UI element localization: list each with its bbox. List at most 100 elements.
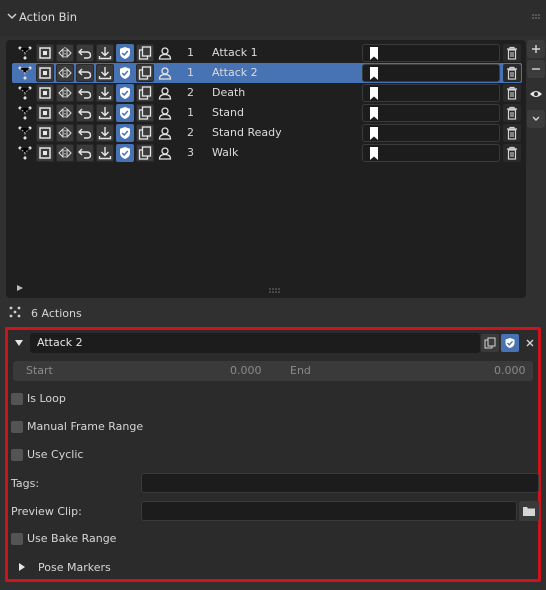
is-loop-checkbox[interactable]: [11, 393, 23, 405]
undo-icon[interactable]: [76, 104, 94, 122]
undo-icon[interactable]: [76, 124, 94, 142]
shield-check-icon[interactable]: [116, 84, 134, 102]
manual-frame-range-checkbox[interactable]: [11, 421, 23, 433]
preview-clip-input[interactable]: [141, 501, 517, 521]
select-box-icon[interactable]: [36, 124, 54, 142]
user-icon[interactable]: [156, 44, 174, 62]
select-box-icon[interactable]: [36, 64, 54, 82]
mirror-icon[interactable]: [56, 64, 74, 82]
marker-field[interactable]: [362, 104, 500, 122]
close-icon[interactable]: [521, 334, 539, 352]
select-box-icon[interactable]: [36, 44, 54, 62]
marker-field[interactable]: [362, 44, 500, 62]
chevron-down-icon: [7, 13, 17, 20]
action-name[interactable]: Attack 2: [212, 66, 258, 79]
add-action-button[interactable]: [527, 40, 545, 58]
panel-header[interactable]: Action Bin: [0, 0, 546, 36]
transform-icon[interactable]: [16, 84, 34, 102]
chevron-down-icon[interactable]: [527, 110, 545, 128]
undo-icon[interactable]: [76, 84, 94, 102]
duplicate-icon[interactable]: [481, 334, 499, 352]
use-cyclic-label: Use Cyclic: [27, 448, 84, 461]
action-row[interactable]: 1 Attack 2: [12, 63, 522, 83]
mirror-icon[interactable]: [56, 144, 74, 162]
tags-input[interactable]: [141, 473, 539, 493]
transform-icon[interactable]: [16, 144, 34, 162]
shield-check-icon[interactable]: [116, 44, 134, 62]
trash-icon[interactable]: [503, 84, 521, 102]
collapse-triangle-icon[interactable]: [14, 338, 24, 348]
copy-icon[interactable]: [136, 64, 154, 82]
pose-markers-label[interactable]: Pose Markers: [38, 561, 111, 574]
trash-icon[interactable]: [503, 124, 521, 142]
trash-icon[interactable]: [503, 104, 521, 122]
use-bake-range-checkbox[interactable]: [11, 533, 23, 545]
action-name-field[interactable]: Attack 2: [30, 333, 480, 353]
marker-field[interactable]: [362, 64, 500, 82]
bookmark-icon: [370, 147, 378, 160]
undo-icon[interactable]: [76, 64, 94, 82]
mirror-icon[interactable]: [56, 44, 74, 62]
marker-field[interactable]: [362, 144, 500, 162]
user-icon[interactable]: [156, 124, 174, 142]
user-icon[interactable]: [156, 64, 174, 82]
download-icon[interactable]: [96, 124, 114, 142]
download-icon[interactable]: [96, 104, 114, 122]
select-box-icon[interactable]: [36, 144, 54, 162]
eye-icon[interactable]: [527, 85, 545, 103]
marker-field[interactable]: [362, 84, 500, 102]
mirror-icon[interactable]: [56, 84, 74, 102]
fake-user-shield-icon[interactable]: [501, 334, 519, 352]
use-bake-range-label: Use Bake Range: [27, 532, 117, 545]
shield-check-icon[interactable]: [116, 144, 134, 162]
marker-field[interactable]: [362, 124, 500, 142]
expand-filter-icon[interactable]: [16, 282, 24, 291]
trash-icon[interactable]: [503, 144, 521, 162]
action-row[interactable]: 2 Death: [12, 83, 522, 103]
action-row[interactable]: 3 Walk: [12, 143, 522, 163]
action-row[interactable]: 1 Attack 1: [12, 43, 522, 63]
shield-check-icon[interactable]: [116, 124, 134, 142]
action-name[interactable]: Stand Ready: [212, 126, 282, 139]
action-name[interactable]: Attack 1: [212, 46, 258, 59]
copy-icon[interactable]: [136, 124, 154, 142]
resize-handle-icon[interactable]: [269, 284, 281, 293]
transform-icon[interactable]: [16, 44, 34, 62]
trash-icon[interactable]: [503, 64, 521, 82]
download-icon[interactable]: [96, 144, 114, 162]
remove-action-button[interactable]: [527, 60, 545, 78]
copy-icon[interactable]: [136, 84, 154, 102]
select-box-icon[interactable]: [36, 84, 54, 102]
copy-icon[interactable]: [136, 144, 154, 162]
copy-icon[interactable]: [136, 44, 154, 62]
copy-icon[interactable]: [136, 104, 154, 122]
action-name[interactable]: Death: [212, 86, 245, 99]
shield-check-icon[interactable]: [116, 104, 134, 122]
manual-frame-range-label: Manual Frame Range: [27, 420, 144, 433]
transform-icon[interactable]: [16, 64, 34, 82]
use-cyclic-checkbox[interactable]: [11, 449, 23, 461]
download-icon[interactable]: [96, 44, 114, 62]
undo-icon[interactable]: [76, 144, 94, 162]
mirror-icon[interactable]: [56, 104, 74, 122]
undo-icon[interactable]: [76, 44, 94, 62]
select-box-icon[interactable]: [36, 104, 54, 122]
action-row[interactable]: 2 Stand Ready: [12, 123, 522, 143]
action-list: 1 Attack 1 1 Attack 2 2 Death 1 Stand 2 Stand Rea…: [6, 40, 526, 298]
user-icon[interactable]: [156, 84, 174, 102]
action-name[interactable]: Stand: [212, 106, 244, 119]
download-icon[interactable]: [96, 84, 114, 102]
trash-icon[interactable]: [503, 44, 521, 62]
transform-icon[interactable]: [16, 124, 34, 142]
shield-check-icon[interactable]: [116, 64, 134, 82]
mirror-icon[interactable]: [56, 124, 74, 142]
download-icon[interactable]: [96, 64, 114, 82]
user-icon[interactable]: [156, 144, 174, 162]
transform-icon[interactable]: [16, 104, 34, 122]
action-name[interactable]: Walk: [212, 146, 238, 159]
folder-icon[interactable]: [519, 501, 539, 521]
expand-triangle-icon[interactable]: [18, 562, 26, 572]
user-icon[interactable]: [156, 104, 174, 122]
action-row[interactable]: 1 Stand: [12, 103, 522, 123]
drag-grip-icon[interactable]: [532, 14, 542, 20]
